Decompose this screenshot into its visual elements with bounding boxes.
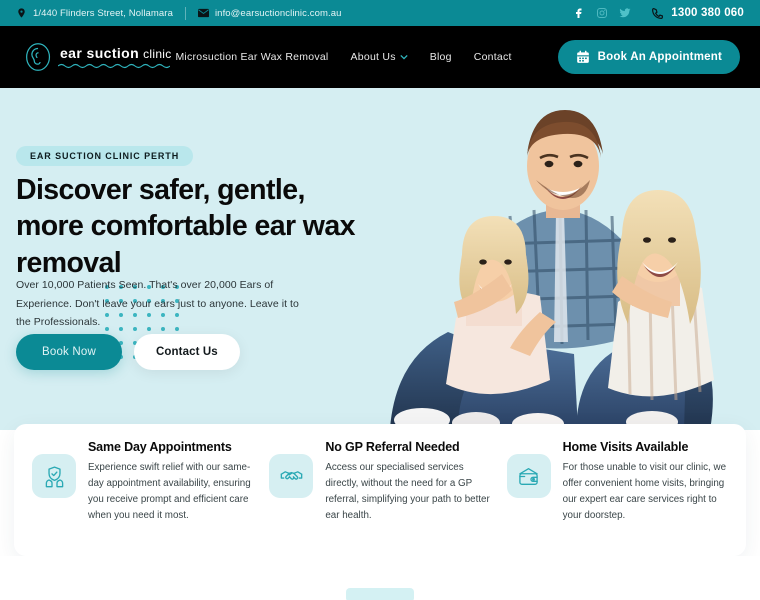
topbar-divider xyxy=(184,6,186,20)
facebook-icon[interactable] xyxy=(573,7,585,19)
book-appointment-button[interactable]: Book An Appointment xyxy=(557,40,740,74)
feature-card-home-visits: Home Visits Available For those unable t… xyxy=(501,440,734,540)
ear-outline-icon xyxy=(20,38,58,76)
topbar-contact-group: 1/440 Flinders Street, Nollamara info@ea… xyxy=(16,6,342,20)
feature-title: Home Visits Available xyxy=(562,440,689,454)
book-appointment-label: Book An Appointment xyxy=(597,51,722,63)
logo-name-light: clinic xyxy=(143,47,172,61)
chevron-down-icon xyxy=(400,54,408,60)
page-root: 1/440 Flinders Street, Nollamara info@ea… xyxy=(0,0,760,600)
envelope-icon xyxy=(197,7,209,19)
hero-headline: Discover safer, gentle, more comfortable… xyxy=(16,174,355,279)
social-links xyxy=(573,7,631,19)
wave-underline-icon xyxy=(58,63,170,69)
nav-label-microsuction: Microsuction Ear Wax Removal xyxy=(175,51,329,63)
nav-item-about-us[interactable]: About Us xyxy=(351,51,408,63)
nav-label-about-us: About Us xyxy=(350,51,396,63)
logo-wordmark: ear suction clinic xyxy=(58,45,172,69)
topbar-address-text: 1/440 Flinders Street, Nollamara xyxy=(33,7,173,19)
nav-item-microsuction[interactable]: Microsuction Ear Wax Removal xyxy=(175,51,328,63)
hero-subtext: Over 10,000 Patients Seen. That's over 2… xyxy=(16,279,299,329)
twitter-icon[interactable] xyxy=(619,7,631,19)
contact-us-button[interactable]: Contact Us xyxy=(134,334,240,370)
top-utility-bar: 1/440 Flinders Street, Nollamara info@ea… xyxy=(0,0,760,26)
site-header: ear suction clinic Microsuction Ear Wax … xyxy=(0,26,760,88)
feature-description: Access our specialised services directly… xyxy=(325,462,490,521)
instagram-icon[interactable] xyxy=(596,7,608,19)
feature-description: For those unable to visit our clinic, we… xyxy=(562,462,727,521)
nav-label-blog: Blog xyxy=(429,51,452,63)
hero-family-photo xyxy=(370,88,760,430)
topbar-address[interactable]: 1/440 Flinders Street, Nollamara xyxy=(16,7,173,19)
footer-placeholder-chip xyxy=(346,588,414,600)
hero-badge: EAR SUCTION CLINIC PERTH xyxy=(16,146,194,166)
nav-item-contact[interactable]: Contact xyxy=(474,51,512,63)
topbar-email[interactable]: info@earsuctionclinic.com.au xyxy=(197,7,342,19)
topbar-phone-text: 1300 380 060 xyxy=(671,7,744,19)
hero-button-group: Book Now Contact Us xyxy=(16,334,240,370)
main-navigation: Microsuction Ear Wax Removal About Us Bl… xyxy=(175,40,740,74)
feature-card-same-day: Same Day Appointments Experience swift r… xyxy=(26,440,259,540)
calendar-icon xyxy=(576,50,590,64)
wallet-icon xyxy=(506,454,551,498)
handshake-icon xyxy=(269,454,314,498)
hero-section: EAR SUCTION CLINIC PERTH Discover safer,… xyxy=(0,88,760,430)
nav-item-blog[interactable]: Blog xyxy=(430,51,452,63)
feature-card-container: Same Day Appointments Experience swift r… xyxy=(14,424,746,556)
feature-title: No GP Referral Needed xyxy=(325,440,460,454)
feature-title: Same Day Appointments xyxy=(88,440,232,454)
book-now-button[interactable]: Book Now xyxy=(16,334,123,370)
topbar-email-text: info@earsuctionclinic.com.au xyxy=(214,7,342,19)
feature-card-no-gp-referral: No GP Referral Needed Access our special… xyxy=(263,440,496,540)
nav-label-contact: Contact xyxy=(473,51,512,63)
site-logo[interactable]: ear suction clinic xyxy=(20,38,172,76)
topbar-right-group: 1300 380 060 xyxy=(573,7,744,20)
topbar-phone[interactable]: 1300 380 060 xyxy=(651,7,744,20)
map-pin-icon xyxy=(16,7,27,19)
feature-description: Experience swift relief with our same-da… xyxy=(88,462,251,521)
shield-in-hands-icon xyxy=(32,454,76,498)
logo-name-bold: ear suction xyxy=(60,45,140,61)
phone-icon xyxy=(651,7,664,20)
